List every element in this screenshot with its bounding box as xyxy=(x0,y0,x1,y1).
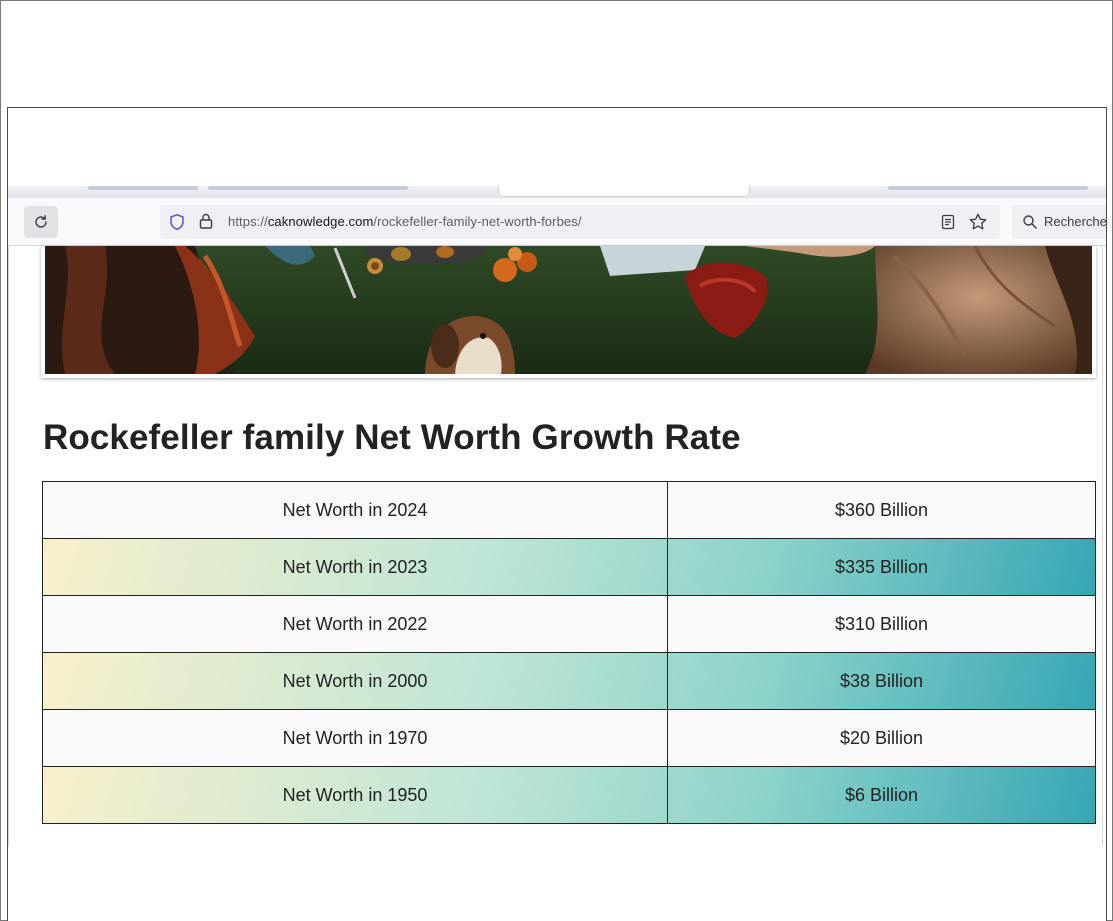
url-host: caknowledge.com xyxy=(267,214,374,229)
reload-button[interactable] xyxy=(24,206,58,238)
search-icon xyxy=(1022,214,1038,235)
address-bar[interactable]: https://caknowledge.com/rockefeller-fami… xyxy=(160,205,1000,239)
lock-icon[interactable] xyxy=(198,212,214,235)
search-placeholder: Recherche xyxy=(1044,214,1107,229)
shield-icon[interactable] xyxy=(168,213,186,236)
url-prefix: https:// xyxy=(228,214,268,229)
reload-icon xyxy=(35,215,47,228)
search-bar[interactable]: Recherche xyxy=(1012,205,1107,239)
year-label-cell: Net Worth in 2024 xyxy=(42,481,668,539)
year-label-cell: Net Worth in 1950 xyxy=(42,766,668,824)
net-worth-value-cell: $310 Billion xyxy=(667,595,1096,653)
net-worth-value-cell: $360 Billion xyxy=(667,481,1096,539)
table-row: Net Worth in 1950 $6 Billion xyxy=(42,766,1096,824)
page-border-right xyxy=(1102,246,1103,846)
net-worth-value-cell: $20 Billion xyxy=(667,709,1096,767)
navigation-toolbar: https://caknowledge.com/rockefeller-fami… xyxy=(8,198,1107,246)
net-worth-value-cell: $38 Billion xyxy=(667,652,1096,710)
table-row: Net Worth in 1970 $20 Billion xyxy=(42,709,1096,767)
tab-ghost xyxy=(208,186,408,190)
net-worth-table: Net Worth in 2024 $360 Billion Net Worth… xyxy=(42,481,1096,824)
active-tab[interactable] xyxy=(498,186,750,197)
page-content: Rockefeller family Net Worth Growth Rate… xyxy=(8,246,1106,921)
tab-ghost xyxy=(888,186,1088,190)
year-label-cell: Net Worth in 1970 xyxy=(42,709,668,767)
reader-view-icon[interactable] xyxy=(940,213,956,236)
table-row: Net Worth in 2024 $360 Billion xyxy=(42,481,1096,539)
url-path: /rockefeller-family-net-worth-forbes/ xyxy=(373,214,582,229)
net-worth-value-cell: $335 Billion xyxy=(667,538,1096,596)
page-title: Rockefeller family Net Worth Growth Rate xyxy=(43,418,741,457)
bookmark-star-icon[interactable] xyxy=(968,212,988,237)
table-row: Net Worth in 2023 $335 Billion xyxy=(42,538,1096,596)
page-border-left xyxy=(8,246,9,846)
year-label-cell: Net Worth in 2000 xyxy=(42,652,668,710)
table-row: Net Worth in 2022 $310 Billion xyxy=(42,595,1096,653)
year-label-cell: Net Worth in 2022 xyxy=(42,595,668,653)
tab-ghost xyxy=(88,186,198,190)
table-row: Net Worth in 2000 $38 Billion xyxy=(42,652,1096,710)
year-label-cell: Net Worth in 2023 xyxy=(42,538,668,596)
url-text[interactable]: https://caknowledge.com/rockefeller-fami… xyxy=(228,214,582,229)
hero-painting-image xyxy=(41,246,1096,378)
net-worth-value-cell: $6 Billion xyxy=(667,766,1096,824)
tab-strip xyxy=(8,186,1106,198)
browser-window: https://caknowledge.com/rockefeller-fami… xyxy=(7,107,1107,921)
